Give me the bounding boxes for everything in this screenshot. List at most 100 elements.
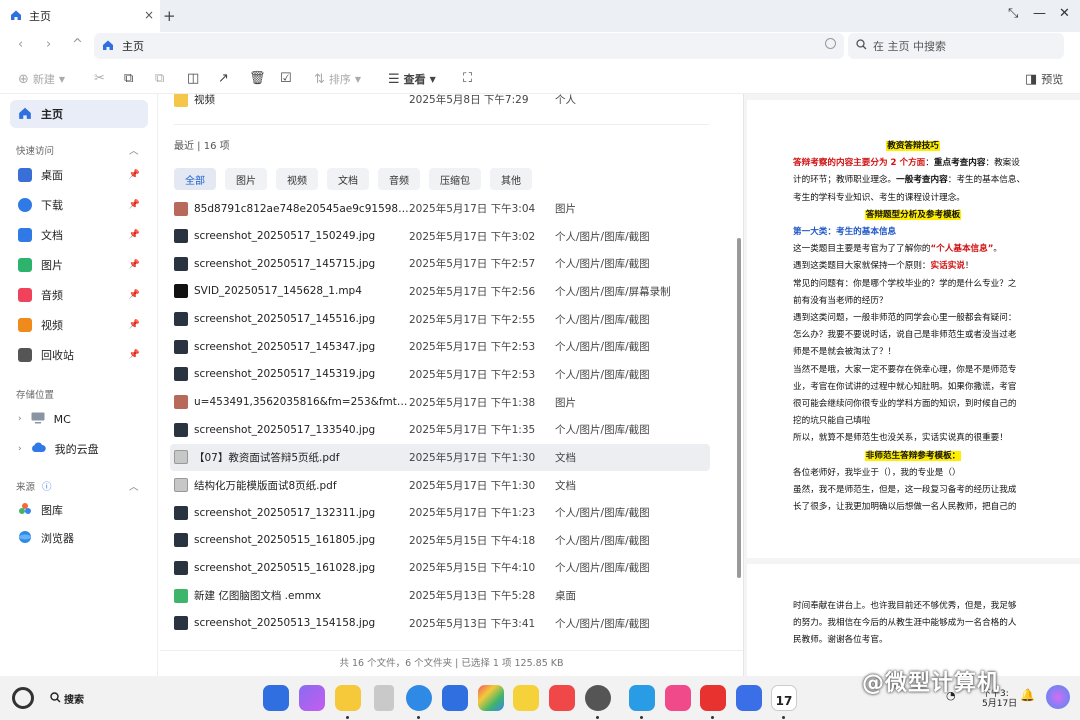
filter-chip[interactable]: 图片 xyxy=(225,168,267,190)
app-gallery-icon[interactable] xyxy=(549,685,575,711)
file-row[interactable]: SVID_20250517_145628_1.mp4 2025年5月17日 下午2… xyxy=(170,278,710,305)
pin-icon[interactable]: 📌 xyxy=(129,260,140,270)
filter-chip[interactable]: 其他 xyxy=(490,168,532,190)
pin-icon[interactable]: 📌 xyxy=(129,170,140,180)
chevron-right-icon[interactable]: › xyxy=(18,444,22,454)
pin-icon[interactable]: 📌 xyxy=(129,290,140,300)
forward-icon[interactable]: › xyxy=(46,37,51,52)
files-app-icon[interactable] xyxy=(629,685,655,711)
copy-icon[interactable]: ⧉ xyxy=(124,71,133,86)
new-button[interactable]: ⊕ 新建 ▼ xyxy=(18,71,65,87)
share-icon[interactable]: ↗ xyxy=(218,71,229,86)
sidebar-item-cloud[interactable]: › 我的云盘 xyxy=(10,435,148,463)
paste-icon[interactable]: ⧉ xyxy=(155,71,164,86)
file-location: 个人/图片/图库/截图 xyxy=(555,507,650,520)
image-file-icon xyxy=(174,201,188,216)
clock-date: 5月17日 xyxy=(982,699,1018,709)
settings-icon[interactable] xyxy=(585,685,611,711)
sidebar-item-home[interactable]: 主页 xyxy=(10,100,148,128)
sidebar-item-gallery[interactable]: 图库 xyxy=(10,496,148,524)
refresh-icon[interactable] xyxy=(825,38,836,49)
chevron-up-icon[interactable]: ︿ xyxy=(129,479,139,493)
pin-icon[interactable]: 📌 xyxy=(129,320,140,330)
notification-icon[interactable]: 🔔 xyxy=(1020,688,1035,702)
launcher-icon[interactable] xyxy=(12,687,34,709)
file-row[interactable]: screenshot_20250515_161028.jpg 2025年5月15日… xyxy=(170,554,710,581)
sidebar-item-desktop[interactable]: 桌面 📌 xyxy=(10,161,148,189)
filter-chip[interactable]: 视频 xyxy=(276,168,318,190)
file-row[interactable]: screenshot_20250515_161805.jpg 2025年5月15日… xyxy=(170,527,710,554)
file-row[interactable]: 结构化万能模版面试8页纸.pdf 2025年5月17日 下午1:30 文档 xyxy=(170,472,710,499)
pin-icon[interactable]: 📌 xyxy=(129,230,140,240)
new-tab-icon[interactable]: + xyxy=(163,7,176,25)
scrollbar[interactable] xyxy=(737,238,741,578)
tab-close-icon[interactable]: × xyxy=(144,8,154,22)
filter-chip[interactable]: 文档 xyxy=(327,168,369,190)
minimize-icon[interactable]: — xyxy=(1033,6,1046,21)
taskbar-search-button[interactable]: 搜索 xyxy=(50,691,84,706)
file-row[interactable]: screenshot_20250517_145715.jpg 2025年5月17日… xyxy=(170,250,710,277)
file-row[interactable]: 85d8791c812ae748e20545ae9c91598d... 2025年… xyxy=(170,195,710,222)
select-icon[interactable]: ☑ xyxy=(280,71,292,86)
file-row[interactable]: u=453491,3562035816&fm=253&fmt=a... 2025年… xyxy=(170,389,710,416)
mail-icon[interactable] xyxy=(442,685,468,711)
file-row[interactable]: screenshot_20250517_133540.jpg 2025年5月17日… xyxy=(170,416,710,443)
wps-icon[interactable] xyxy=(700,685,726,711)
calendar-icon[interactable]: 17 xyxy=(771,685,797,711)
file-row[interactable]: screenshot_20250513_154158.jpg 2025年5月13日… xyxy=(170,610,710,637)
app-icon[interactable] xyxy=(665,685,691,711)
trash-icon[interactable] xyxy=(374,685,394,711)
search-input[interactable]: 在 主页 中搜索 xyxy=(848,33,1064,59)
folder-app-icon[interactable] xyxy=(335,685,361,711)
back-icon[interactable]: ‹ xyxy=(18,37,23,52)
chevron-up-icon[interactable]: ︿ xyxy=(129,143,139,157)
file-row[interactable]: screenshot_20250517_150249.jpg 2025年5月17日… xyxy=(170,223,710,250)
sidebar-item-images[interactable]: 图片 📌 xyxy=(10,251,148,279)
notes-icon[interactable] xyxy=(513,685,539,711)
info-icon[interactable]: ⓘ xyxy=(42,482,52,493)
gallery-app-icon[interactable] xyxy=(478,685,504,711)
sidebar-item-documents[interactable]: 文档 📌 xyxy=(10,221,148,249)
music-icon[interactable] xyxy=(736,685,762,711)
sidebar-item-mc[interactable]: › MC xyxy=(10,405,148,433)
file-row[interactable]: 新建 亿图脑图文档 .emmx 2025年5月13日 下午5:28 桌面 xyxy=(170,582,710,609)
browser-app-icon[interactable] xyxy=(406,685,432,711)
tab-home[interactable]: 主页 × xyxy=(0,0,160,32)
close-window-icon[interactable]: ✕ xyxy=(1059,6,1070,21)
storage-heading: 存储位置 xyxy=(16,387,54,401)
cut-icon[interactable]: ✂ xyxy=(94,71,105,86)
list-item-video-folder[interactable]: 视频 2025年5月8日 下午7:29 个人 xyxy=(170,94,710,113)
file-date: 2025年5月17日 下午3:04 xyxy=(409,203,536,215)
sidebar-item-video[interactable]: 视频 📌 xyxy=(10,311,148,339)
assistant-icon[interactable] xyxy=(1046,685,1070,709)
pin-icon[interactable]: 📌 xyxy=(129,200,140,210)
restore-icon[interactable]: ⤡ xyxy=(1008,6,1018,21)
doc-line: 重点考查内容 xyxy=(933,158,986,169)
file-row[interactable]: screenshot_20250517_132311.jpg 2025年5月17日… xyxy=(170,499,710,526)
file-row[interactable]: screenshot_20250517_145347.jpg 2025年5月17日… xyxy=(170,333,710,360)
sort-button[interactable]: ⇅ 排序 ▼ xyxy=(314,71,361,87)
preview-button[interactable]: ◨ 预览 xyxy=(1025,71,1063,87)
view-button[interactable]: ☰ 查看 ▼ xyxy=(388,71,436,87)
images-icon xyxy=(18,258,32,272)
file-row[interactable]: 【07】教资面试答辩5页纸.pdf 2025年5月17日 下午1:30 文档 xyxy=(170,443,710,471)
filter-chip[interactable]: 音频 xyxy=(378,168,420,190)
file-row[interactable]: screenshot_20250517_145516.jpg 2025年5月17日… xyxy=(170,306,710,333)
filter-chip[interactable]: 全部 xyxy=(174,168,216,190)
address-bar[interactable]: 主页 xyxy=(94,33,844,59)
up-icon[interactable]: ^ xyxy=(72,37,83,52)
delete-icon[interactable]: 🗑 xyxy=(249,71,266,86)
sidebar-item-browser[interactable]: 浏览器 xyxy=(10,524,148,552)
pin-icon[interactable]: 📌 xyxy=(129,350,140,360)
chevron-down-icon: ▼ xyxy=(354,74,362,84)
sidebar-item-audio[interactable]: 音频 📌 xyxy=(10,281,148,309)
chevron-right-icon[interactable]: › xyxy=(18,414,22,424)
file-row[interactable]: screenshot_20250517_145319.jpg 2025年5月17日… xyxy=(170,361,710,388)
rename-icon[interactable]: ◫ xyxy=(187,71,199,86)
expand-icon[interactable]: ⛶ xyxy=(463,71,472,86)
sidebar-item-downloads[interactable]: 下载 📌 xyxy=(10,191,148,219)
filter-chip[interactable]: 压缩包 xyxy=(429,168,481,190)
app-icon[interactable] xyxy=(299,685,325,711)
app-grid-icon[interactable] xyxy=(263,685,289,711)
sidebar-item-recycle-bin[interactable]: 回收站 📌 xyxy=(10,341,148,369)
